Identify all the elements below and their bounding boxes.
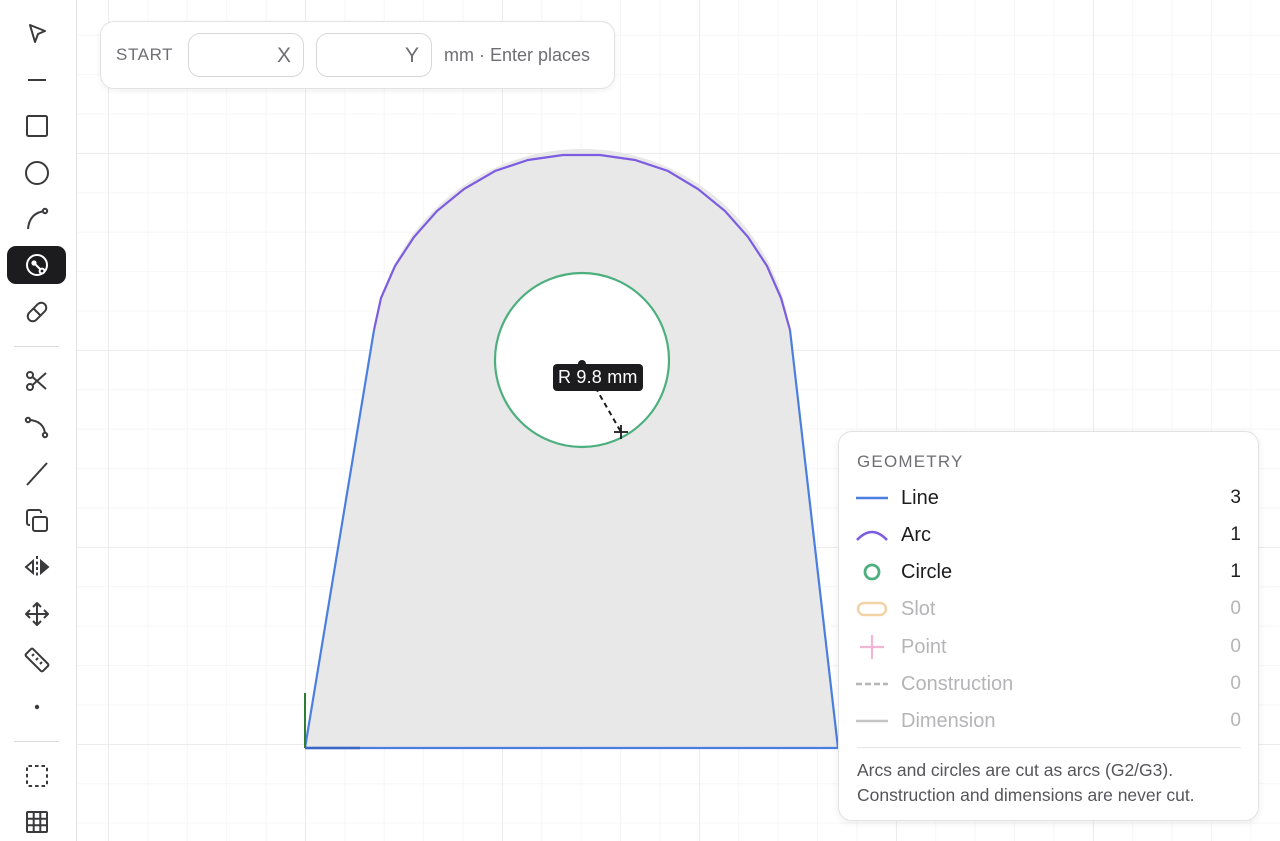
circle-icon [24, 161, 49, 185]
part-fill [305, 148, 838, 749]
select-tool-button[interactable] [7, 15, 66, 53]
short-line-icon [27, 79, 46, 81]
geometry-row-slot: Slot 0 [855, 594, 1241, 624]
construction-swatch-icon [856, 682, 888, 686]
arc-tool-button[interactable] [7, 200, 66, 238]
geometry-count: 1 [1230, 561, 1241, 582]
diagonal-line-icon [25, 462, 48, 486]
start-label: START [116, 45, 174, 64]
selection-box-tool-button[interactable] [7, 757, 66, 795]
geometry-row-construction: Construction 0 [855, 669, 1241, 699]
ruler-icon [24, 647, 49, 673]
geometry-row-line: Line 3 [855, 483, 1241, 513]
geometry-count: 1 [1230, 524, 1241, 545]
y-coordinate-input[interactable] [327, 34, 397, 76]
radius-tool-button[interactable] [7, 246, 66, 284]
measure-tool-button[interactable] [7, 641, 66, 679]
geometry-label: Point [901, 635, 947, 658]
rectangle-tool-button[interactable] [7, 107, 66, 145]
arc-icon [26, 207, 48, 230]
x-axis-label: X [276, 44, 291, 67]
geometry-count: 0 [1230, 636, 1241, 657]
mirror-icon [23, 556, 50, 578]
point-swatch-icon [860, 635, 884, 659]
mirror-tool-button[interactable] [7, 548, 66, 586]
geometry-count: 0 [1230, 598, 1241, 619]
fillet-tool-button[interactable] [7, 408, 66, 446]
scissors-icon [25, 371, 47, 391]
tool-sidebar [0, 0, 77, 841]
construction-line-tool-button[interactable] [7, 455, 66, 493]
dot-icon [34, 704, 39, 710]
grid-toggle-tool-button[interactable] [7, 803, 66, 841]
copy-icon [25, 509, 48, 532]
geometry-label: Slot [901, 597, 936, 620]
geometry-label: Line [901, 486, 939, 509]
geometry-divider [857, 747, 1241, 748]
geometry-count: 3 [1230, 487, 1241, 508]
slot-swatch-icon [856, 601, 888, 617]
geometry-count: 0 [1230, 710, 1241, 731]
geometry-row-point: Point 0 [855, 632, 1241, 662]
arc-swatch-icon [856, 530, 888, 541]
copy-tool-button[interactable] [7, 502, 66, 540]
pointer-arrow-icon [28, 24, 46, 43]
geometry-label: Dimension [901, 709, 996, 732]
move-tool-button[interactable] [7, 595, 66, 633]
slot-icon [26, 301, 47, 323]
dimension-swatch-icon [856, 719, 888, 723]
start-point-bar: START X Y mm · Enter places [100, 21, 615, 89]
x-coordinate-input[interactable] [199, 34, 269, 76]
point-tool-button[interactable] [7, 688, 66, 726]
geometry-panel: GEOMETRY Line 3 Arc 1 Circle 1 Slot 0 Po… [838, 431, 1259, 821]
geometry-label: Arc [901, 523, 931, 546]
dashed-square-icon [25, 765, 48, 787]
circle-swatch-icon [863, 563, 881, 581]
geometry-row-dimension: Dimension 0 [855, 706, 1241, 736]
radius-circle-icon [25, 254, 48, 276]
square-icon [25, 115, 48, 137]
start-hint: mm · Enter places [444, 44, 591, 65]
geometry-note: Arcs and circles are cut as arcs (G2/G3)… [857, 760, 1195, 805]
radius-readout: R 9.8 mm [553, 364, 643, 391]
slot-tool-button[interactable] [7, 293, 66, 331]
grid-icon [25, 811, 48, 833]
y-axis-label: Y [404, 44, 419, 67]
geometry-row-circle: Circle 1 [855, 557, 1241, 587]
line-swatch-icon [856, 496, 888, 500]
geometry-title: GEOMETRY [857, 452, 964, 471]
x-coordinate-field[interactable]: X [188, 33, 304, 77]
circle-tool-button[interactable] [7, 154, 66, 192]
geometry-label: Construction [901, 672, 1014, 695]
geometry-count: 0 [1230, 673, 1241, 694]
line-tool-button[interactable] [7, 61, 66, 99]
fillet-curve-icon [24, 416, 48, 439]
geometry-label: Circle [901, 560, 953, 583]
y-coordinate-field[interactable]: Y [316, 33, 432, 77]
geometry-row-arc: Arc 1 [855, 520, 1241, 550]
move-arrows-icon [24, 602, 49, 626]
trim-tool-button[interactable] [7, 362, 66, 400]
